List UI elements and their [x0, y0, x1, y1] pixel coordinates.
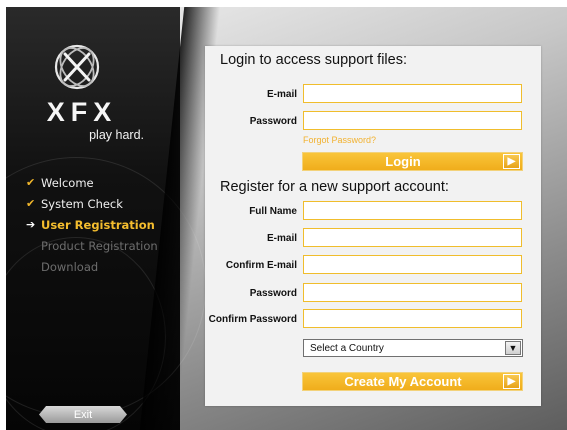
sidebar: XFX play hard. ✔ Welcome ✔ System Check …	[6, 7, 206, 430]
step-label: User Registration	[41, 217, 155, 232]
step-label: Welcome	[41, 175, 94, 190]
login-email-label: E-mail	[266, 89, 297, 100]
xfx-logo: XFX	[47, 99, 118, 125]
arrow-right-icon: ▶	[503, 374, 520, 389]
exit-button[interactable]: Exit	[39, 406, 127, 423]
step-welcome: ✔ Welcome	[26, 172, 158, 193]
step-label: Product Registration	[41, 238, 158, 253]
confirm-email-field[interactable]	[303, 255, 522, 274]
confirm-email-label: Confirm E-mail	[225, 260, 297, 271]
tagline: play hard.	[89, 128, 144, 142]
login-password-field[interactable]	[303, 111, 522, 130]
wizard-steps: ✔ Welcome ✔ System Check ➔ User Registra…	[26, 172, 158, 277]
confirm-password-field[interactable]	[303, 309, 522, 328]
step-download: Download	[26, 256, 158, 277]
step-user-registration: ➔ User Registration	[26, 214, 158, 235]
registration-panel: Login to access support files: E-mail Pa…	[205, 46, 541, 406]
register-email-field[interactable]	[303, 228, 522, 247]
login-button-label: Login	[385, 154, 421, 169]
create-account-button[interactable]: Create My Account ▶	[302, 372, 523, 391]
step-product-registration: Product Registration	[26, 235, 158, 256]
forgot-password-link[interactable]: Forgot Password?	[303, 135, 376, 145]
arrow-right-icon: ➔	[26, 218, 36, 231]
full-name-field[interactable]	[303, 201, 522, 220]
register-password-label: Password	[249, 288, 297, 299]
register-password-field[interactable]	[303, 283, 522, 302]
login-password-label: Password	[249, 116, 297, 127]
country-select[interactable]: Select a Country ▼	[303, 339, 523, 357]
register-email-label: E-mail	[266, 233, 297, 244]
login-email-field[interactable]	[303, 84, 522, 103]
step-label: Download	[41, 259, 99, 274]
full-name-label: Full Name	[249, 206, 297, 217]
svg-text:XFX: XFX	[47, 99, 118, 125]
check-icon: ✔	[26, 176, 36, 189]
xfx-emblem-icon	[54, 44, 100, 90]
login-button[interactable]: Login ▶	[302, 152, 523, 171]
step-label: System Check	[41, 196, 123, 211]
chevron-down-icon[interactable]: ▼	[505, 341, 521, 355]
create-account-button-label: Create My Account	[344, 374, 462, 389]
login-title: Login to access support files:	[220, 52, 407, 68]
country-select-value: Select a Country	[310, 342, 384, 354]
arrow-right-icon: ▶	[503, 154, 520, 169]
step-system-check: ✔ System Check	[26, 193, 158, 214]
installer-window: XFX play hard. ✔ Welcome ✔ System Check …	[6, 7, 567, 430]
check-icon: ✔	[26, 197, 36, 210]
confirm-password-label: Confirm Password	[208, 314, 297, 325]
register-title: Register for a new support account:	[220, 179, 449, 195]
